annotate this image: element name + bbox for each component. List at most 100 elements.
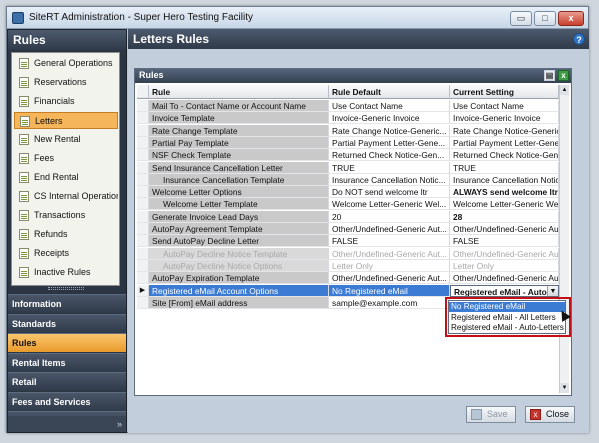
nav-section-rental-items[interactable]: Rental Items bbox=[8, 352, 126, 372]
sidebar-item-label: New Rental bbox=[34, 134, 81, 144]
row-indicator bbox=[137, 272, 149, 285]
table-row[interactable]: Welcome Letter Template Welcome Letter-Ge… bbox=[137, 198, 559, 211]
column-header-current-setting[interactable]: Current Setting bbox=[450, 85, 559, 98]
chevron-down-icon[interactable]: ▼ bbox=[547, 285, 558, 296]
rule-name-cell: Mail To - Contact Name or Account Name bbox=[149, 100, 329, 112]
save-icon bbox=[471, 409, 482, 420]
current-setting-cell[interactable]: Other/Undefined-Generic Aut... bbox=[450, 247, 559, 260]
table-row[interactable]: NSF Check Template Returned Check Notice-… bbox=[137, 149, 559, 162]
nav-section-fees-and-services[interactable]: Fees and Services bbox=[8, 391, 126, 411]
table-row[interactable]: Welcome Letter Options Do NOT send welcom… bbox=[137, 186, 559, 199]
document-icon bbox=[19, 172, 29, 183]
rule-default-cell: Letter Only bbox=[329, 259, 450, 272]
current-setting-value: Other/Undefined-Generic Aut... bbox=[453, 248, 559, 259]
table-row[interactable]: Partial Pay Template Partial Payment Lett… bbox=[137, 136, 559, 149]
table-row[interactable]: AutoPay Decline Notice Template Other/Und… bbox=[137, 247, 559, 260]
table-row[interactable]: Invoice Template Invoice-Generic Invoice I… bbox=[137, 112, 559, 125]
grid-vertical-scrollbar[interactable]: ▲ ▼ bbox=[559, 85, 569, 393]
row-indicator bbox=[137, 247, 149, 260]
nav-expand-chevron-icon[interactable]: » bbox=[8, 416, 126, 432]
nav-section-retail[interactable]: Retail bbox=[8, 372, 126, 391]
current-setting-cell[interactable]: Insurance Cancellation Notic... bbox=[450, 173, 559, 186]
current-setting-cell[interactable]: Other/Undefined-Generic Aut... bbox=[450, 272, 559, 285]
column-header-rule-default[interactable]: Rule Default bbox=[329, 85, 450, 98]
sidebar-item-financials[interactable]: Financials bbox=[14, 93, 118, 110]
sidebar-item-refunds[interactable]: Refunds bbox=[14, 226, 118, 243]
nav-section-rules[interactable]: Rules bbox=[8, 333, 126, 352]
current-setting-cell[interactable]: Welcome Letter-Generic Wel... bbox=[450, 198, 559, 211]
row-indicator bbox=[137, 186, 149, 199]
sidebar-item-label: General Operations bbox=[34, 58, 113, 68]
current-setting-cell[interactable]: ALWAYS send welcome ltr bbox=[450, 186, 559, 199]
row-indicator bbox=[137, 112, 149, 125]
minimize-button[interactable]: ▭ bbox=[510, 11, 532, 26]
current-setting-value: FALSE bbox=[453, 236, 480, 247]
current-setting-dropdown[interactable]: Registered eMail - Auto-... ▼ bbox=[450, 284, 559, 297]
current-setting-cell[interactable]: TRUE bbox=[450, 161, 559, 174]
help-icon[interactable]: ? bbox=[573, 33, 585, 45]
scroll-down-icon[interactable]: ▼ bbox=[560, 383, 569, 393]
table-row[interactable]: AutoPay Expiration Template Other/Undefin… bbox=[137, 272, 559, 285]
nav-section-information[interactable]: Information bbox=[8, 294, 126, 313]
close-window-button[interactable]: x bbox=[558, 11, 584, 26]
table-row[interactable]: Mail To - Contact Name or Account Name Us… bbox=[137, 100, 559, 112]
sidebar-item-transactions[interactable]: Transactions bbox=[14, 207, 118, 224]
current-setting-cell[interactable]: Letter Only bbox=[450, 259, 559, 272]
column-header-rule[interactable]: Rule bbox=[149, 85, 329, 98]
rules-panel-title: Rules bbox=[139, 70, 164, 80]
sidebar-item-label: Transactions bbox=[34, 210, 86, 220]
row-indicator bbox=[137, 136, 149, 149]
rule-default-cell: Welcome Letter-Generic Wel... bbox=[329, 198, 450, 211]
rule-name-cell: Invoice Template bbox=[149, 112, 329, 125]
sidebar-item-reservations[interactable]: Reservations bbox=[14, 74, 118, 91]
current-setting-value: Partial Payment Letter-Gene... bbox=[453, 137, 559, 148]
splitter-grip[interactable] bbox=[48, 287, 84, 290]
print-icon[interactable]: ▤ bbox=[544, 70, 555, 81]
current-setting-cell[interactable]: Rate Change Notice-Generic... bbox=[450, 124, 559, 137]
sidebar-item-letters[interactable]: Letters bbox=[14, 112, 118, 129]
scroll-up-icon[interactable]: ▲ bbox=[560, 85, 569, 95]
table-row[interactable]: Rate Change Template Rate Change Notice-G… bbox=[137, 124, 559, 137]
current-setting-cell[interactable]: Returned Check Notice-Gen... bbox=[450, 149, 559, 162]
current-setting-cell[interactable]: Invoice-Generic Invoice bbox=[450, 112, 559, 125]
row-indicator bbox=[137, 235, 149, 248]
current-setting-cell[interactable]: 28 bbox=[450, 210, 559, 223]
sidebar-item-receipts[interactable]: Receipts bbox=[14, 245, 118, 262]
rule-name-cell: AutoPay Agreement Template bbox=[149, 223, 329, 235]
sidebar-item-new-rental[interactable]: New Rental bbox=[14, 131, 118, 148]
rule-default-cell: Do NOT send welcome ltr bbox=[329, 186, 450, 199]
row-indicator bbox=[137, 100, 149, 112]
current-row-arrow-icon: ▶ bbox=[137, 284, 149, 297]
excel-export-icon[interactable]: x bbox=[558, 70, 569, 81]
row-indicator bbox=[137, 296, 149, 309]
table-row[interactable]: Send AutoPay Decline Letter FALSE FALSE bbox=[137, 235, 559, 248]
table-row[interactable]: AutoPay Decline Notice Options Letter Onl… bbox=[137, 259, 559, 272]
row-indicator bbox=[137, 173, 149, 186]
title-bar[interactable]: SiteRT Administration - Super Hero Testi… bbox=[7, 7, 588, 29]
left-nav: Rules General Operations Reservations Fina… bbox=[7, 29, 127, 433]
nav-section-standards[interactable]: Standards bbox=[8, 313, 126, 333]
sidebar-item-cs-internal-operation[interactable]: CS Internal Operation... bbox=[14, 188, 118, 205]
table-row[interactable]: Generate Invoice Lead Days 20 28 bbox=[137, 210, 559, 223]
sidebar-item-fees[interactable]: Fees bbox=[14, 150, 118, 167]
sidebar-item-general-operations[interactable]: General Operations bbox=[14, 55, 118, 72]
table-row[interactable]: Send Insurance Cancellation Letter TRUE TR… bbox=[137, 161, 559, 174]
table-row[interactable]: ▶ Registered eMail Account Options No Regi… bbox=[137, 284, 559, 297]
window-title: SiteRT Administration - Super Hero Testi… bbox=[29, 12, 253, 23]
current-setting-cell[interactable]: Use Contact Name bbox=[450, 100, 559, 112]
sidebar-item-end-rental[interactable]: End Rental bbox=[14, 169, 118, 186]
current-setting-cell[interactable]: Other/Undefined-Generic Aut... bbox=[450, 223, 559, 235]
current-setting-cell[interactable]: Partial Payment Letter-Gene... bbox=[450, 136, 559, 149]
sidebar-item-inactive-rules[interactable]: Inactive Rules bbox=[14, 264, 118, 281]
table-row[interactable]: AutoPay Agreement Template Other/Undefine… bbox=[137, 223, 559, 235]
row-indicator bbox=[137, 259, 149, 272]
maximize-button[interactable]: □ bbox=[534, 11, 556, 26]
current-setting-value: Registered eMail - Auto-... bbox=[454, 286, 557, 297]
document-icon bbox=[19, 134, 29, 145]
table-row[interactable]: Insurance Cancellation Template Insurance… bbox=[137, 173, 559, 186]
rule-name-cell: Partial Pay Template bbox=[149, 136, 329, 149]
current-setting-cell[interactable]: FALSE bbox=[450, 235, 559, 248]
save-button[interactable]: Save bbox=[466, 406, 516, 423]
rule-default-cell: sample@example.com bbox=[329, 296, 450, 309]
close-button[interactable]: x Close bbox=[525, 406, 575, 423]
